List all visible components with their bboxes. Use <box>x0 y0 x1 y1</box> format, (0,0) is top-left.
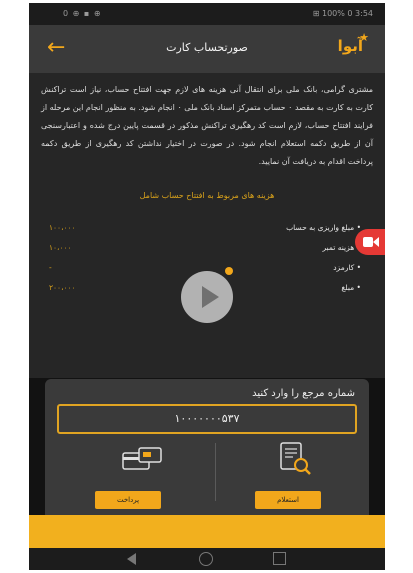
play-indicator-dot <box>225 267 233 275</box>
cost-item: ۱۰،۰۰۰ • هزینه تمبر <box>29 243 385 257</box>
app-logo: آبوا ★ <box>338 31 369 55</box>
inquiry-button[interactable]: استعلام <box>255 491 321 509</box>
cost-amount: ۲۰۰،۰۰۰ <box>49 283 76 292</box>
star-icon: ★ <box>359 31 369 44</box>
reference-panel: شماره مرجع را وارد کنید ۱۰۰۰۰۰۰۰۵۳۷ پردا… <box>45 379 369 515</box>
footer-bar <box>29 515 385 548</box>
camera-lens <box>373 237 379 247</box>
cost-amount: ۱۰،۰۰۰ <box>49 243 72 252</box>
system-nav-bar <box>29 548 385 570</box>
phone-screen: 0 ⊕ ▪ ⊕ ⊞ 100% 0 3:54 ← صورتحساب کارت آب… <box>29 3 385 570</box>
camera-body <box>363 237 373 247</box>
cost-label: • کارمزد <box>333 263 361 272</box>
cost-amount: - <box>49 263 52 272</box>
cost-amount: ۱۰۰،۰۰۰ <box>49 223 76 232</box>
receipt-search-icon <box>280 442 311 475</box>
video-camera-icon[interactable] <box>355 229 385 255</box>
status-right-info: ⊞ 100% 0 3:54 <box>312 9 373 18</box>
nav-back-icon[interactable] <box>127 553 136 565</box>
app-header: ← صورتحساب کارت آبوا ★ <box>29 25 385 73</box>
intro-text: مشتری گرامی، بانک ملی برای انتقال آنی هز… <box>41 85 374 166</box>
play-icon[interactable] <box>181 267 233 323</box>
status-left-icons: 0 ⊕ ▪ ⊕ <box>63 9 102 18</box>
nav-home-icon[interactable] <box>199 552 213 566</box>
cost-label: • مبلغ واریزی به حساب <box>286 223 361 232</box>
pay-button[interactable]: پرداخت <box>95 491 161 509</box>
divider <box>215 443 216 501</box>
cost-item: ۱۰۰،۰۰۰ • مبلغ واریزی به حساب <box>29 223 385 237</box>
costs-heading: هزینه های مربوط به افتتاح حساب شامل <box>139 191 275 200</box>
nav-recents-icon[interactable] <box>273 552 286 565</box>
reference-input[interactable]: ۱۰۰۰۰۰۰۰۵۳۷ <box>57 404 357 434</box>
card-payment-icon <box>122 447 162 470</box>
page-title: صورتحساب کارت <box>166 41 248 54</box>
play-triangle <box>202 286 219 308</box>
reference-label: شماره مرجع را وارد کنید <box>252 388 355 399</box>
cost-label: • مبلغ <box>341 283 361 292</box>
info-content: مشتری گرامی، بانک ملی برای انتقال آنی هز… <box>29 73 385 378</box>
reference-value: ۱۰۰۰۰۰۰۰۵۳۷ <box>174 412 240 425</box>
status-bar: 0 ⊕ ▪ ⊕ ⊞ 100% 0 3:54 <box>29 3 385 25</box>
